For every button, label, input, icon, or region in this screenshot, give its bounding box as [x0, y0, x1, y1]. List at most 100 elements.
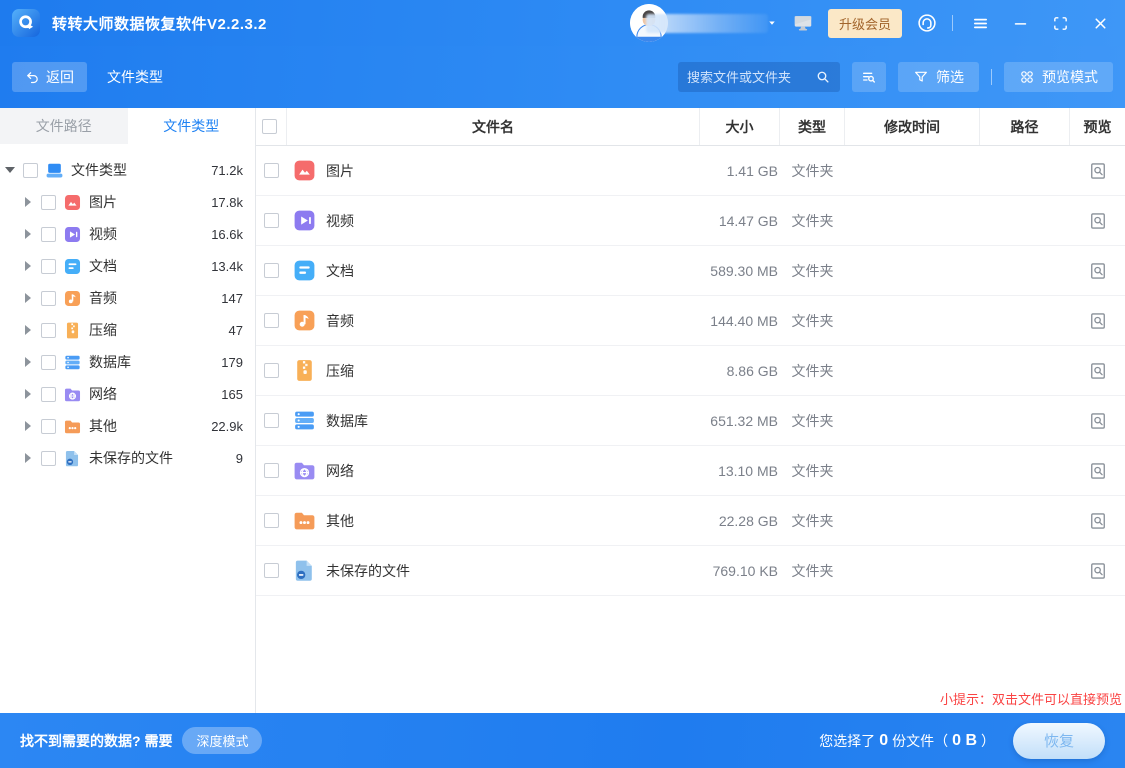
expand-arrow-icon[interactable] — [5, 162, 19, 178]
monitor-icon[interactable] — [792, 12, 814, 34]
tree-item-label: 音频 — [89, 288, 221, 308]
table-header: 文件名 大小 类型 修改时间 路径 预览 — [256, 108, 1125, 146]
toolbar: 返回 文件类型 筛选 预览模式 — [0, 46, 1125, 108]
expand-arrow-icon[interactable] — [23, 325, 37, 335]
tree-checkbox[interactable] — [41, 291, 56, 306]
tree-checkbox[interactable] — [41, 227, 56, 242]
file-size: 1.41 GB — [700, 163, 780, 179]
preview-file-icon[interactable] — [1088, 361, 1108, 381]
expand-arrow-icon[interactable] — [23, 197, 37, 207]
file-size: 13.10 MB — [700, 463, 780, 479]
expand-arrow-icon[interactable] — [23, 261, 37, 271]
user-account[interactable] — [630, 4, 778, 42]
tree-item-label: 文档 — [89, 256, 211, 276]
tree-item[interactable]: 文件类型 71.2k — [0, 154, 255, 186]
preview-file-icon[interactable] — [1088, 161, 1108, 181]
zip-icon — [292, 358, 317, 383]
tree-checkbox[interactable] — [41, 195, 56, 210]
tree-item-count: 165 — [221, 387, 243, 402]
tree-checkbox[interactable] — [23, 163, 38, 178]
filter-label: 筛选 — [936, 67, 964, 87]
search-box[interactable] — [678, 62, 840, 92]
tree-checkbox[interactable] — [41, 323, 56, 338]
preview-file-icon[interactable] — [1088, 211, 1108, 231]
table-row[interactable]: 压缩 8.86 GB 文件夹 — [256, 346, 1125, 396]
tree-item[interactable]: 视频 16.6k — [0, 218, 255, 250]
preview-file-icon[interactable] — [1088, 311, 1108, 331]
table-row[interactable]: 其他 22.28 GB 文件夹 — [256, 496, 1125, 546]
row-checkbox[interactable] — [264, 363, 279, 378]
preview-mode-button[interactable]: 预览模式 — [1004, 62, 1113, 92]
row-checkbox[interactable] — [264, 213, 279, 228]
tree-checkbox[interactable] — [41, 451, 56, 466]
tree-item[interactable]: 其他 22.9k — [0, 410, 255, 442]
preview-file-icon[interactable] — [1088, 511, 1108, 531]
tree-item[interactable]: 文档 13.4k — [0, 250, 255, 282]
row-checkbox[interactable] — [264, 463, 279, 478]
tab-file-path[interactable]: 文件路径 — [0, 108, 128, 144]
file-name: 其他 — [326, 511, 354, 531]
tree-checkbox[interactable] — [41, 259, 56, 274]
search-list-button[interactable] — [852, 62, 886, 92]
audio-icon — [292, 308, 317, 333]
tree-item[interactable]: 数据库 179 — [0, 346, 255, 378]
expand-arrow-icon[interactable] — [23, 421, 37, 431]
filter-button[interactable]: 筛选 — [898, 62, 979, 92]
menu-button[interactable] — [967, 10, 993, 36]
row-checkbox[interactable] — [264, 563, 279, 578]
sidebar: 文件路径 文件类型 文件类型 71.2k — [0, 108, 256, 713]
tree-item[interactable]: 音频 147 — [0, 282, 255, 314]
tree-item[interactable]: 网络 165 — [0, 378, 255, 410]
tree-item[interactable]: 图片 17.8k — [0, 186, 255, 218]
footer-bar: 找不到需要的数据? 需要 深度模式 您选择了 0 份文件（ 0 B ） 恢复 — [0, 713, 1125, 768]
row-checkbox[interactable] — [264, 163, 279, 178]
customer-service-icon[interactable] — [916, 12, 938, 34]
doc-icon — [292, 258, 317, 283]
preview-file-icon[interactable] — [1088, 411, 1108, 431]
tree-item[interactable]: 压缩 47 — [0, 314, 255, 346]
tree-item[interactable]: 未保存的文件 9 — [0, 442, 255, 474]
table-row[interactable]: 文档 589.30 MB 文件夹 — [256, 246, 1125, 296]
expand-arrow-icon[interactable] — [23, 229, 37, 239]
file-type: 文件夹 — [780, 561, 845, 581]
back-button[interactable]: 返回 — [12, 62, 87, 92]
preview-file-icon[interactable] — [1088, 561, 1108, 581]
username-redacted — [646, 14, 768, 33]
selected-mid: 份文件（ — [892, 731, 948, 751]
table-row[interactable]: 视频 14.47 GB 文件夹 — [256, 196, 1125, 246]
expand-arrow-icon[interactable] — [23, 357, 37, 367]
row-checkbox[interactable] — [264, 413, 279, 428]
table-row[interactable]: 数据库 651.32 MB 文件夹 — [256, 396, 1125, 446]
row-checkbox[interactable] — [264, 313, 279, 328]
selected-suffix: ） — [981, 731, 995, 751]
expand-arrow-icon[interactable] — [23, 293, 37, 303]
minimize-button[interactable] — [1007, 10, 1033, 36]
other-icon — [292, 508, 317, 533]
expand-arrow-icon[interactable] — [23, 389, 37, 399]
upgrade-member-button[interactable]: 升级会员 — [828, 9, 902, 38]
file-name: 网络 — [326, 461, 354, 481]
tree-checkbox[interactable] — [41, 387, 56, 402]
row-checkbox[interactable] — [264, 263, 279, 278]
select-all-checkbox[interactable] — [262, 119, 277, 134]
selected-size: 0 B — [952, 732, 977, 750]
select-all-cell — [256, 108, 287, 145]
recover-button[interactable]: 恢复 — [1013, 723, 1105, 759]
close-button[interactable] — [1087, 10, 1113, 36]
deep-mode-button[interactable]: 深度模式 — [182, 727, 262, 754]
tab-file-type[interactable]: 文件类型 — [128, 108, 256, 144]
row-checkbox[interactable] — [264, 513, 279, 528]
table-row[interactable]: 未保存的文件 769.10 KB 文件夹 — [256, 546, 1125, 596]
table-row[interactable]: 图片 1.41 GB 文件夹 — [256, 146, 1125, 196]
network-icon — [292, 458, 317, 483]
preview-file-icon[interactable] — [1088, 461, 1108, 481]
tree-checkbox[interactable] — [41, 419, 56, 434]
table-row[interactable]: 音频 144.40 MB 文件夹 — [256, 296, 1125, 346]
table-row[interactable]: 网络 13.10 MB 文件夹 — [256, 446, 1125, 496]
preview-file-icon[interactable] — [1088, 261, 1108, 281]
expand-arrow-icon[interactable] — [23, 453, 37, 463]
maximize-button[interactable] — [1047, 10, 1073, 36]
search-input[interactable] — [687, 70, 815, 85]
tree-checkbox[interactable] — [41, 355, 56, 370]
toolbar-divider — [991, 69, 992, 85]
